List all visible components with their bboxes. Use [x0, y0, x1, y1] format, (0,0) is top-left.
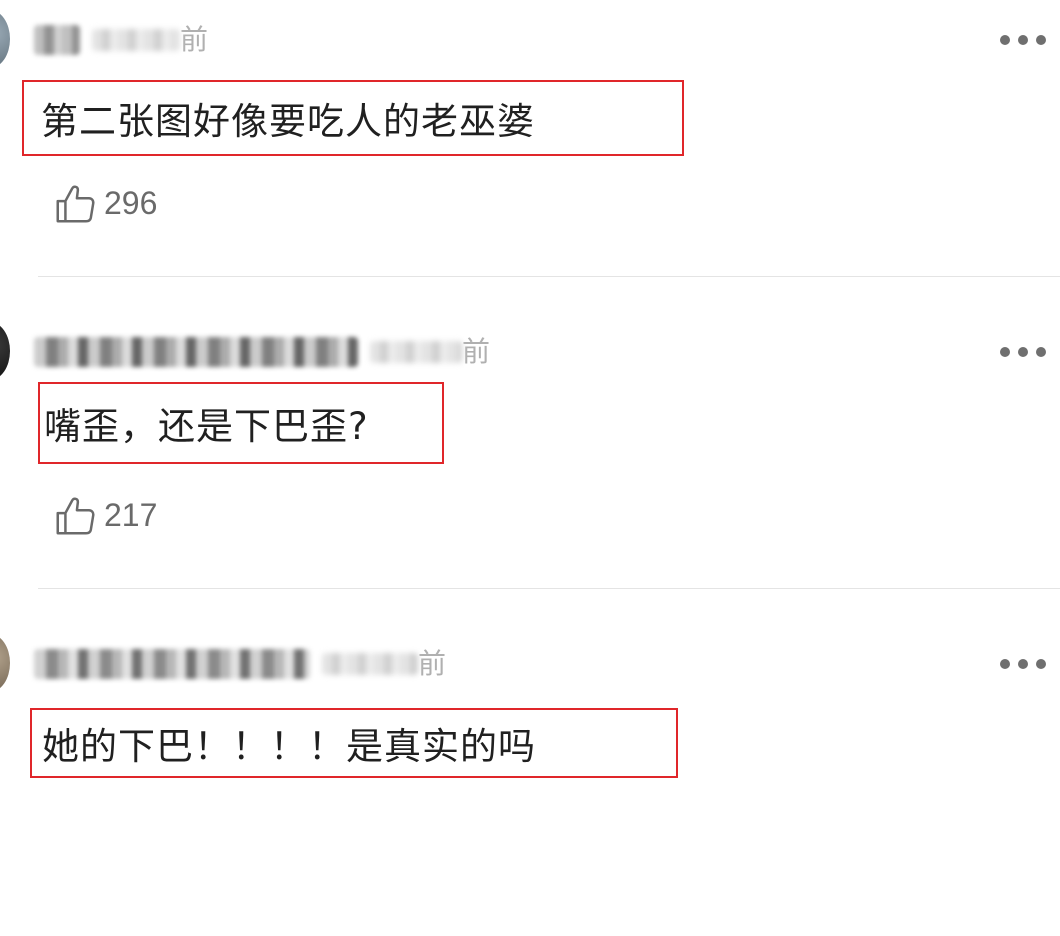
- more-dot: [1036, 659, 1046, 669]
- divider: [38, 276, 1060, 277]
- more-dots-icon: [1000, 347, 1010, 357]
- highlighted-comment-box: 嘴歪，还是下巴歪?: [38, 382, 444, 464]
- like-button[interactable]: 296: [52, 180, 157, 226]
- more-dots-icon: [1000, 659, 1010, 669]
- like-count: 296: [104, 184, 158, 221]
- more-options-button[interactable]: [1000, 342, 1046, 362]
- comment-text: 嘴歪，还是下巴歪?: [44, 405, 369, 448]
- like-count: 217: [104, 496, 158, 533]
- comment-item: 前 她的下巴！！！！是真实的吗: [0, 624, 1060, 936]
- like-button[interactable]: 217: [52, 492, 157, 538]
- more-options-button[interactable]: [1000, 30, 1046, 50]
- timestamp-blurred: [370, 341, 462, 363]
- thumbs-up-icon: [56, 497, 95, 535]
- comment-meta: 前: [34, 330, 490, 374]
- comment-item: 前 嘴歪，还是下巴歪? 217: [0, 312, 1060, 624]
- timestamp-blurred: [92, 29, 180, 51]
- highlighted-comment-box: 第二张图好像要吃人的老巫婆: [22, 80, 684, 156]
- avatar[interactable]: [0, 10, 10, 68]
- more-dot: [1018, 659, 1028, 669]
- more-dots-icon: [1000, 35, 1010, 45]
- timestamp-suffix: 前: [180, 23, 209, 56]
- username-blurred[interactable]: [34, 649, 310, 679]
- timestamp-suffix: 前: [462, 335, 491, 368]
- comment-text: 第二张图好像要吃人的老巫婆: [41, 100, 535, 143]
- username-blurred[interactable]: [34, 25, 80, 55]
- highlighted-comment-box: 她的下巴！！！！是真实的吗: [30, 708, 678, 778]
- thumbs-up-icon: [56, 185, 95, 223]
- more-dot: [1036, 35, 1046, 45]
- divider: [38, 588, 1060, 589]
- avatar[interactable]: [0, 322, 10, 380]
- more-options-button[interactable]: [1000, 654, 1046, 674]
- timestamp-suffix: 前: [418, 647, 447, 680]
- comment-meta: 前: [34, 18, 208, 62]
- timestamp-blurred: [322, 653, 418, 675]
- more-dot: [1018, 35, 1028, 45]
- avatar[interactable]: [0, 634, 10, 692]
- username-blurred[interactable]: [34, 337, 358, 367]
- comment-text: 她的下巴！！！！是真实的吗: [42, 725, 536, 768]
- comment-item: 前 第二张图好像要吃人的老巫婆 296: [0, 0, 1060, 312]
- comment-meta: 前: [34, 642, 446, 686]
- more-dot: [1018, 347, 1028, 357]
- more-dot: [1036, 347, 1046, 357]
